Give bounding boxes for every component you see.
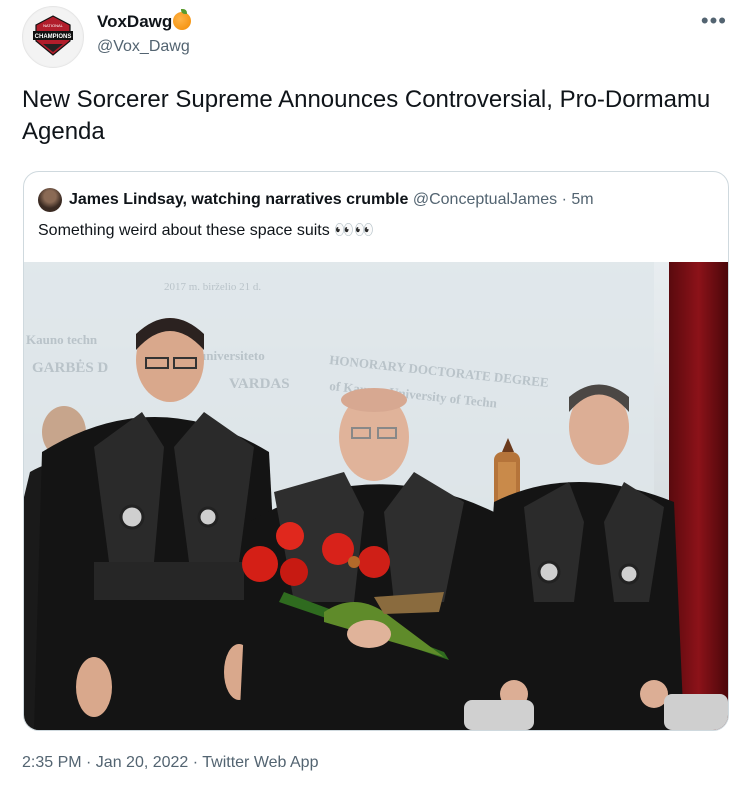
quoted-tweet-card[interactable]: James Lindsay, watching narratives crumb…	[23, 171, 729, 731]
author-display-name[interactable]: VoxDawg	[97, 12, 172, 31]
screen-line-4: VARDAS	[229, 376, 290, 392]
more-options-icon[interactable]: •••	[701, 8, 727, 34]
quoted-tweet-photo[interactable]: 2017 m. birželio 21 d. Kauno techn unive…	[24, 262, 728, 730]
logo-text-main: CHAMPIONS	[35, 34, 72, 40]
quoted-author-avatar[interactable]	[38, 188, 62, 212]
quoted-separator: ·	[561, 191, 567, 208]
orange-emoji-icon	[173, 9, 192, 30]
quoted-author-name[interactable]: James Lindsay, watching narratives crumb…	[69, 191, 408, 208]
tweet-timestamp[interactable]: 2:35 PM · Jan 20, 2022 · Twitter Web App	[22, 754, 318, 772]
author-handle[interactable]: @Vox_Dawg	[97, 38, 190, 56]
tweet-text: New Sorcerer Supreme Announces Controver…	[22, 86, 711, 145]
author-name[interactable]: VoxDawg	[97, 9, 192, 32]
logo-text-top: NATIONAL	[43, 23, 63, 28]
quoted-author-handle[interactable]: @ConceptualJames	[413, 191, 557, 208]
screen-line-1: Kauno techn	[26, 332, 98, 347]
quoted-time[interactable]: 5m	[571, 191, 593, 208]
quoted-tweet-text: Something weird about these space suits …	[38, 222, 375, 239]
champions-logo: NATIONAL CHAMPIONS	[24, 8, 82, 66]
profile-avatar[interactable]: NATIONAL CHAMPIONS	[22, 6, 84, 68]
screen-line-date: 2017 m. birželio 21 d.	[164, 281, 261, 293]
quoted-author-line[interactable]: James Lindsay, watching narratives crumb…	[69, 191, 594, 209]
screen-line-2: universiteto	[199, 348, 265, 363]
screen-line-3: GARBĖS D	[32, 359, 108, 376]
